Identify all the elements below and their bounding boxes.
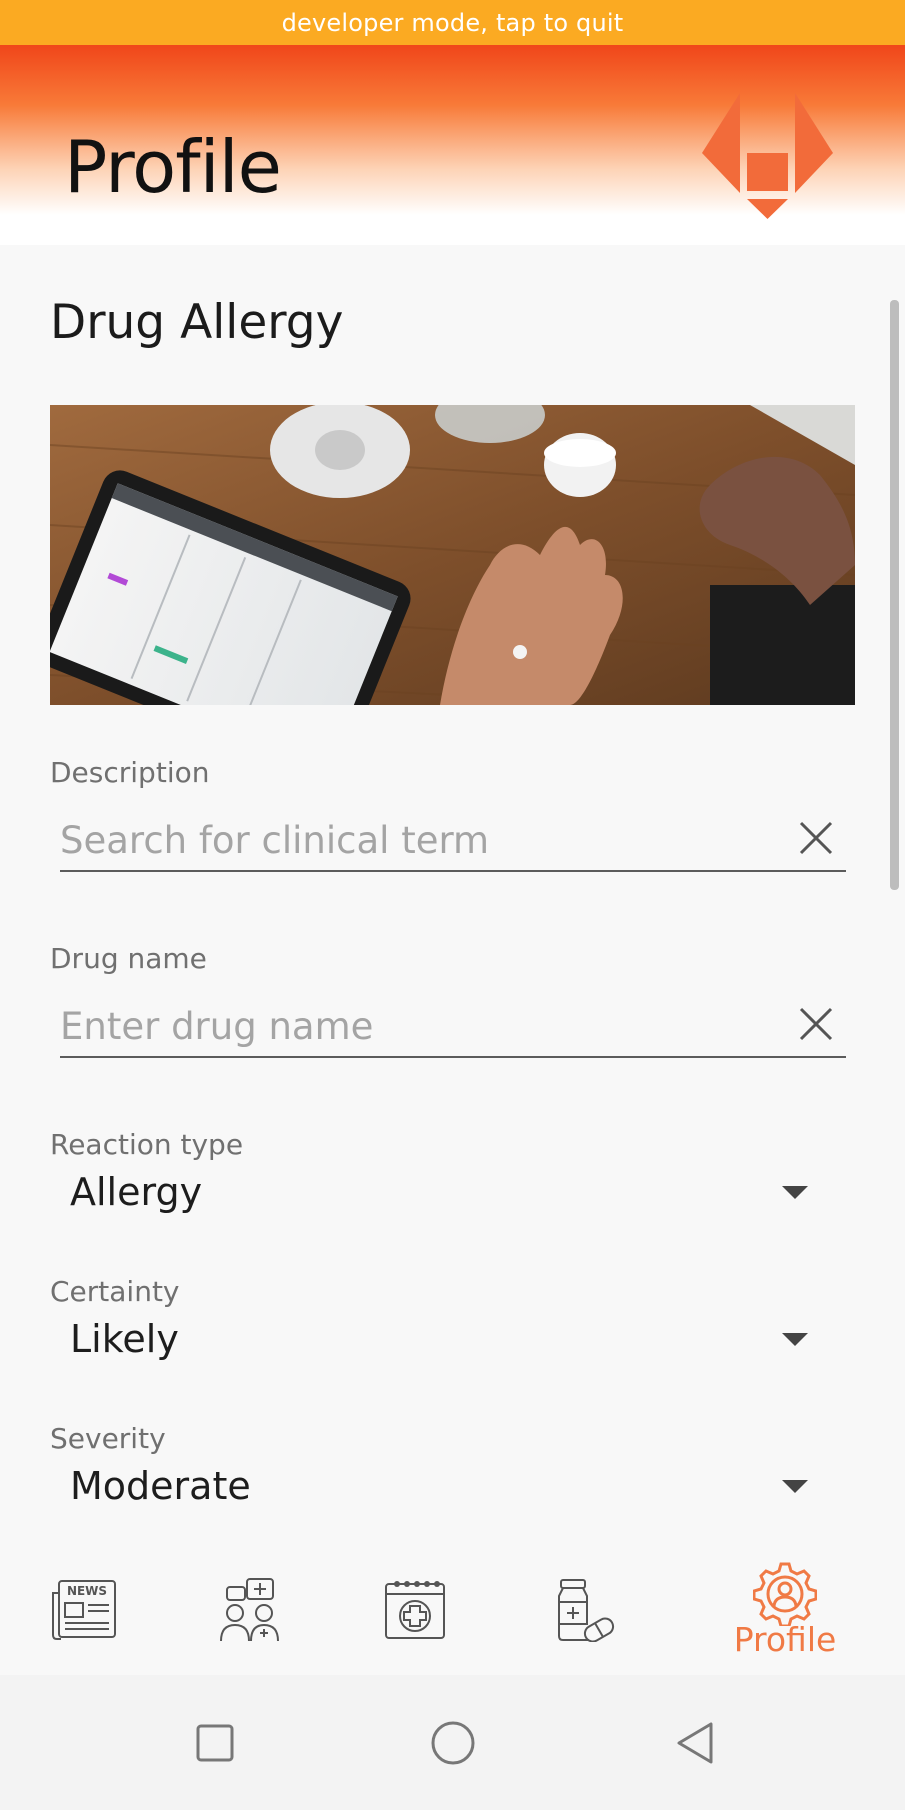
reaction-type-value: Allergy xyxy=(70,1170,203,1214)
news-icon: NEWS xyxy=(52,1580,116,1640)
tab-profile[interactable]: Profile xyxy=(720,1545,850,1675)
certainty-label: Certainty xyxy=(50,1275,180,1308)
severity-select[interactable]: Moderate xyxy=(70,1458,830,1514)
recent-apps-button[interactable] xyxy=(180,1675,250,1810)
page-title: Profile xyxy=(64,125,282,209)
description-field[interactable] xyxy=(60,806,846,872)
circle-icon xyxy=(431,1721,475,1764)
home-button[interactable] xyxy=(418,1675,488,1810)
drug-name-label: Drug name xyxy=(50,942,207,975)
doctors-chat-icon xyxy=(220,1578,279,1642)
certainty-value: Likely xyxy=(70,1317,179,1361)
tab-medications[interactable] xyxy=(540,1545,624,1675)
tab-profile-label: Profile xyxy=(733,1619,837,1659)
profile-gear-icon xyxy=(753,1562,817,1626)
clear-drug-name-icon[interactable] xyxy=(798,1006,834,1042)
certainty-select[interactable]: Likely xyxy=(70,1311,830,1367)
drug-name-input[interactable] xyxy=(60,1000,760,1048)
calendar-medical-icon xyxy=(385,1581,445,1639)
reaction-type-label: Reaction type xyxy=(50,1128,244,1161)
developer-mode-banner[interactable]: developer mode, tap to quit xyxy=(0,0,905,45)
developer-mode-text: developer mode, tap to quit xyxy=(281,8,624,37)
clear-description-icon[interactable] xyxy=(798,820,834,856)
hero-image xyxy=(50,405,855,705)
chevron-down-icon xyxy=(782,1480,808,1493)
tab-appointments[interactable] xyxy=(373,1545,457,1675)
section-title: Drug Allergy xyxy=(50,295,344,350)
bottom-tab-bar: NEWS Profile xyxy=(0,1545,905,1675)
back-button[interactable] xyxy=(660,1675,730,1810)
drug-name-field[interactable] xyxy=(60,992,846,1058)
chevron-down-icon xyxy=(782,1333,808,1346)
back-triangle-icon xyxy=(677,1722,713,1763)
tab-news[interactable]: NEWS xyxy=(42,1545,126,1675)
reaction-type-select[interactable]: Allergy xyxy=(70,1164,830,1220)
description-input[interactable] xyxy=(60,814,760,862)
scrollbar[interactable] xyxy=(890,300,899,890)
app-logo-icon xyxy=(702,93,833,219)
chevron-down-icon xyxy=(782,1186,808,1199)
svg-text:NEWS: NEWS xyxy=(67,1584,107,1598)
app-header: Profile xyxy=(0,45,905,245)
description-label: Description xyxy=(50,756,210,789)
severity-value: Moderate xyxy=(70,1464,251,1508)
tab-doctors[interactable] xyxy=(208,1545,292,1675)
square-icon xyxy=(196,1724,234,1761)
severity-label: Severity xyxy=(50,1422,166,1455)
medication-icon xyxy=(558,1579,615,1642)
system-navigation-bar xyxy=(0,1675,905,1810)
